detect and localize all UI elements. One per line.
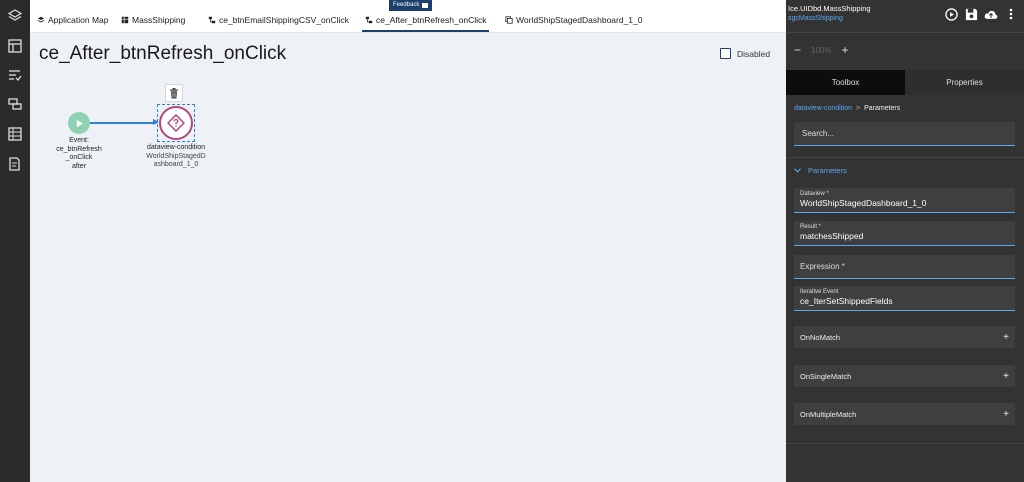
dataview-field[interactable]: Dataview * WorldShipStagedDashboard_1_0 [794, 188, 1015, 213]
feedback-button[interactable]: Feedback [389, 0, 433, 11]
layout-icon[interactable] [6, 37, 24, 55]
tab-worldshipstageddashboard[interactable]: WorldShipStagedDashboard_1_0 [505, 15, 643, 25]
iterative-event-field[interactable]: Iterative Event ce_IterSetShippedFields [794, 286, 1015, 311]
more-vertical-icon [1009, 8, 1013, 20]
breadcrumb-link[interactable]: dataview-condition [794, 105, 852, 112]
grid-icon [121, 16, 129, 24]
transfer-icon[interactable] [6, 95, 24, 113]
feedback-label: Feedback [393, 2, 420, 8]
condition-name-line: WorldShipStagedD [146, 152, 206, 160]
checklist-icon[interactable] [6, 66, 24, 84]
disabled-checkbox[interactable] [720, 48, 731, 59]
disabled-label: Disabled [737, 48, 771, 59]
zoom-level: 100% [811, 45, 832, 55]
panel-toolbar [944, 7, 1018, 21]
field-value: matchesShipped [800, 231, 864, 241]
parameters-section-header[interactable]: Parameters [794, 166, 847, 175]
panel-tabs: Toolbox Properties [786, 70, 1024, 95]
field-label: Iterative Event [800, 289, 839, 295]
save-button[interactable] [964, 7, 978, 21]
expander-label: OnNoMatch [800, 332, 841, 342]
event-label-line: Event: [69, 137, 89, 144]
properties-panel: Ice.UIDbd.MassShipping sgcMassShipping −… [786, 0, 1024, 482]
tab-properties[interactable]: Properties [905, 70, 1024, 95]
grid-icon[interactable] [6, 125, 24, 143]
field-label: Expression * [800, 262, 845, 271]
divider [786, 443, 1024, 444]
tab-toolbox[interactable]: Toolbox [786, 70, 905, 95]
cloud-upload-icon [984, 10, 998, 19]
upload-button[interactable] [984, 7, 998, 21]
expander-label: OnMultipleMatch [800, 409, 857, 419]
field-label: Result * [800, 224, 822, 230]
layers-icon[interactable] [6, 7, 24, 25]
tab-label: ce_After_btnRefresh_onClick [376, 15, 487, 25]
trash-icon [170, 87, 178, 98]
panel-title: Ice.UIDbd.MassShipping [788, 4, 871, 13]
onsinglematch-expander[interactable]: OnSingleMatch + [794, 365, 1015, 387]
tab-massshipping[interactable]: MassShipping [121, 15, 185, 25]
field-value: WorldShipStagedDashboard_1_0 [800, 198, 927, 208]
tab-bar: Feedback Application Map MassShipping ce… [30, 0, 786, 33]
tab-label: WorldShipStagedDashboard_1_0 [516, 15, 643, 25]
expression-field[interactable]: Expression * [794, 255, 1015, 279]
zoom-out-button[interactable]: − [794, 43, 801, 57]
left-icon-rail [0, 0, 30, 482]
workflow-canvas[interactable]: ce_After_btnRefresh_onClick Disabled Eve… [30, 33, 786, 482]
zoom-control: − 100% + [794, 43, 849, 57]
save-icon [965, 8, 977, 20]
tab-label: ce_btnEmailShippingCSV_onClick [219, 15, 349, 25]
divider [786, 157, 1024, 158]
zoom-in-button[interactable]: + [841, 43, 848, 57]
chevron-down-icon [794, 168, 801, 173]
event-label-line: ce_btnRefresh [56, 145, 102, 153]
workflow-icon [208, 16, 216, 24]
divider [786, 32, 1024, 33]
workflow-icon [365, 16, 373, 24]
tab-ce-btnemailshippingcsv[interactable]: ce_btnEmailShippingCSV_onClick [208, 15, 349, 25]
tab-label: Application Map [48, 15, 109, 25]
copy-icon [505, 16, 513, 24]
onmultiplematch-expander[interactable]: OnMultipleMatch + [794, 403, 1015, 425]
event-label-line: _onClick [65, 154, 93, 161]
breadcrumb-separator: > [855, 105, 861, 112]
condition-name-line: ashboard_1_0 [153, 161, 199, 168]
event-node-label: Event: ce_btnRefresh _onClick after [48, 137, 110, 171]
delete-node-button[interactable] [165, 84, 183, 102]
condition-node[interactable] [159, 106, 193, 140]
active-tab-indicator [362, 30, 489, 32]
expander-label: OnSingleMatch [800, 371, 852, 381]
decision-diamond-icon [167, 114, 185, 132]
connector-line[interactable] [90, 122, 156, 124]
tab-application-map[interactable]: Application Map [37, 15, 108, 25]
run-button[interactable] [944, 7, 958, 21]
field-label: Dataview * [800, 191, 829, 197]
panel-subtitle[interactable]: sgcMassShipping [788, 15, 843, 22]
result-field[interactable]: Result * matchesShipped [794, 221, 1015, 246]
onnomatch-expander[interactable]: OnNoMatch + [794, 326, 1015, 348]
form-edit-icon[interactable] [6, 155, 24, 173]
play-icon [76, 119, 83, 127]
breadcrumb: dataview-condition > Parameters [794, 105, 900, 112]
more-menu-button[interactable] [1004, 7, 1018, 21]
event-node[interactable] [68, 112, 90, 134]
tab-label: MassShipping [132, 15, 186, 25]
field-value: ce_IterSetShippedFields [800, 296, 893, 306]
flag-icon [422, 3, 429, 8]
search-input[interactable]: Search... [794, 122, 1015, 146]
tab-ce-after-btnrefresh[interactable]: ce_After_btnRefresh_onClick [365, 15, 487, 25]
layers-icon [37, 16, 45, 23]
disabled-toggle[interactable]: Disabled [720, 48, 770, 59]
breadcrumb-current: Parameters [864, 105, 901, 112]
plus-icon: + [1003, 408, 1009, 420]
section-label: Parameters [808, 166, 847, 175]
page-title: ce_After_btnRefresh_onClick [39, 43, 287, 64]
plus-icon: + [1003, 370, 1009, 382]
condition-node-label: dataview-condition WorldShipStagedD ashb… [140, 144, 212, 170]
event-label-line: after [71, 162, 86, 170]
condition-type-label: dataview-condition [147, 144, 205, 151]
plus-icon: + [1003, 331, 1009, 343]
play-circle-icon [944, 7, 958, 21]
